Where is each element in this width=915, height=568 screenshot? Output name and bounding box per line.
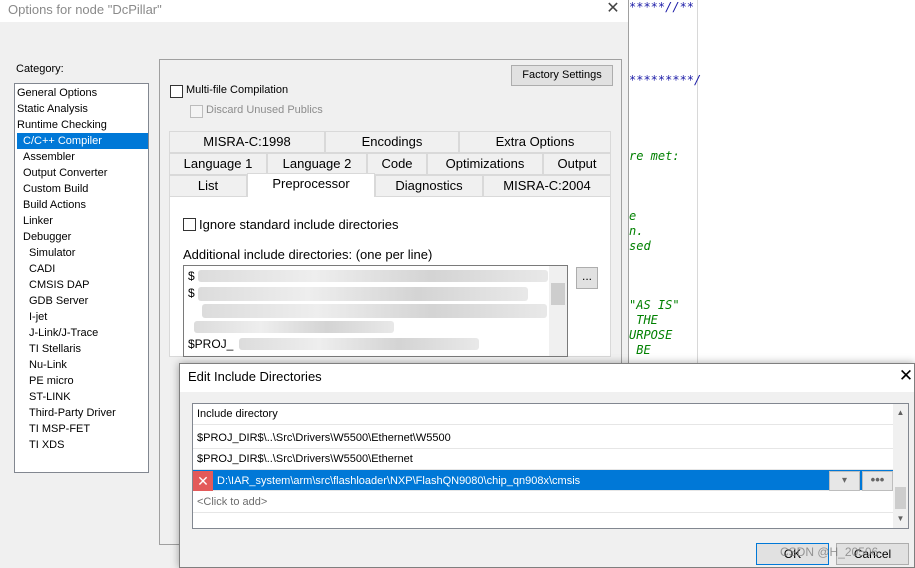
blurred-text [239, 338, 479, 350]
code-line: n. [629, 224, 644, 238]
close-icon[interactable]: ✕ [604, 0, 622, 18]
category-item-linker[interactable]: Linker [23, 213, 53, 229]
tab-language-2[interactable]: Language 2 [267, 153, 367, 175]
include-textbox-scrollbar[interactable] [549, 266, 567, 356]
ellipsis-button[interactable]: ••• [862, 471, 893, 491]
code-line: "AS IS" [629, 298, 680, 312]
tab-code[interactable]: Code [367, 153, 427, 175]
category-list[interactable]: General Options Static Analysis Runtime … [14, 83, 149, 473]
category-item-st-link[interactable]: ST-LINK [29, 389, 71, 405]
code-line: THE [629, 313, 658, 327]
column-header: Include directory [193, 404, 893, 425]
category-item-assembler[interactable]: Assembler [23, 149, 75, 165]
tab-misra-c-2004[interactable]: MISRA-C:2004 [483, 175, 611, 197]
category-item-cmsis-dap[interactable]: CMSIS DAP [29, 277, 90, 293]
category-item-static-analysis[interactable]: Static Analysis [17, 101, 88, 117]
blurred-text [198, 287, 528, 301]
category-item-nu-link[interactable]: Nu-Link [29, 357, 67, 373]
edit-dialog-title: Edit Include Directories [188, 369, 322, 384]
scrollbar-thumb[interactable] [551, 283, 565, 305]
ignore-standard-include-checkbox[interactable] [183, 218, 196, 231]
remove-icon[interactable]: ✕ [193, 471, 213, 491]
tab-encodings[interactable]: Encodings [325, 131, 459, 153]
tab-diagnostics[interactable]: Diagnostics [375, 175, 483, 197]
code-line: sed [629, 239, 651, 253]
category-item-simulator[interactable]: Simulator [29, 245, 75, 261]
category-item-ti-stellaris[interactable]: TI Stellaris [29, 341, 81, 357]
blurred-text [194, 321, 394, 333]
code-line: *****//** [629, 0, 695, 14]
blurred-text [202, 304, 547, 318]
tab-extra-options[interactable]: Extra Options [459, 131, 611, 153]
multi-file-compilation-label: Multi-file Compilation [186, 84, 289, 96]
category-item-output-converter[interactable]: Output Converter [23, 165, 107, 181]
category-item-gdb-server[interactable]: GDB Server [29, 293, 88, 309]
list-item[interactable]: $PROJ_DIR$\..\Src\Drivers\W5500\Ethernet [193, 449, 893, 470]
category-item-ti-xds[interactable]: TI XDS [29, 437, 64, 453]
category-item-cadi[interactable]: CADI [29, 261, 55, 277]
directory-list-scrollbar[interactable] [893, 404, 908, 528]
selected-directory-text[interactable]: D:\IAR_system\arm\src\flashloader\NXP\Fl… [217, 471, 580, 491]
scroll-down-icon[interactable]: ▼ [893, 511, 908, 527]
category-item-i-jet[interactable]: I-jet [29, 309, 47, 325]
close-icon[interactable]: ✕ [896, 366, 915, 386]
tab-output[interactable]: Output [543, 153, 611, 175]
multi-file-compilation-checkbox[interactable] [170, 85, 183, 98]
discard-unused-publics-label: Discard Unused Publics [206, 104, 323, 116]
scrollbar-thumb[interactable] [895, 487, 906, 509]
factory-settings-button[interactable]: Factory Settings [511, 65, 613, 86]
browse-button[interactable]: ... [576, 267, 598, 289]
list-item[interactable]: $PROJ_DIR$\..\Src\Drivers\W5500\Ethernet… [193, 428, 893, 449]
tab-list[interactable]: List [169, 175, 247, 197]
code-line: URPOSE [629, 328, 673, 342]
code-line: BE [629, 343, 651, 357]
include-line: $ [188, 269, 195, 283]
category-item-custom-build[interactable]: Custom Build [23, 181, 88, 197]
category-item-pe-micro[interactable]: PE micro [29, 373, 74, 389]
include-directories-textbox[interactable]: $ $ $PROJ_ [183, 265, 568, 357]
code-line: *********/ [629, 73, 702, 87]
category-item-runtime-checking[interactable]: Runtime Checking [17, 117, 107, 133]
discard-unused-publics-checkbox[interactable] [190, 105, 203, 118]
additional-include-label: Additional include directories: (one per… [183, 247, 433, 262]
click-to-add-row[interactable]: <Click to add> [193, 492, 893, 513]
scroll-up-icon[interactable]: ▲ [893, 405, 908, 421]
category-item-c-compiler[interactable]: C/C++ Compiler [17, 133, 148, 149]
category-item-third-party-driver[interactable]: Third-Party Driver [29, 405, 116, 421]
category-item-build-actions[interactable]: Build Actions [23, 197, 86, 213]
watermark: CSDN @H_20506 [780, 545, 879, 559]
tab-preprocessor[interactable]: Preprocessor [247, 173, 375, 197]
category-item-ti-msp-fet[interactable]: TI MSP-FET [29, 421, 90, 437]
tab-optimizations[interactable]: Optimizations [427, 153, 543, 175]
blurred-text [198, 270, 548, 282]
category-item-debugger[interactable]: Debugger [23, 229, 71, 245]
options-title: Options for node "DcPillar" [8, 2, 162, 17]
chevron-down-icon[interactable]: ▾ [829, 471, 860, 491]
category-item-general-options[interactable]: General Options [17, 85, 97, 101]
include-line: $PROJ_ [188, 337, 234, 351]
tab-misra-c-1998[interactable]: MISRA-C:1998 [169, 131, 325, 153]
code-line: re met: [629, 149, 680, 163]
include-line: $ [188, 286, 195, 300]
code-line: e [629, 209, 637, 223]
category-label: Category: [16, 63, 64, 75]
ignore-standard-include-label: Ignore standard include directories [199, 217, 399, 232]
tab-language-1[interactable]: Language 1 [169, 153, 267, 175]
category-item-j-link[interactable]: J-Link/J-Trace [29, 325, 98, 341]
